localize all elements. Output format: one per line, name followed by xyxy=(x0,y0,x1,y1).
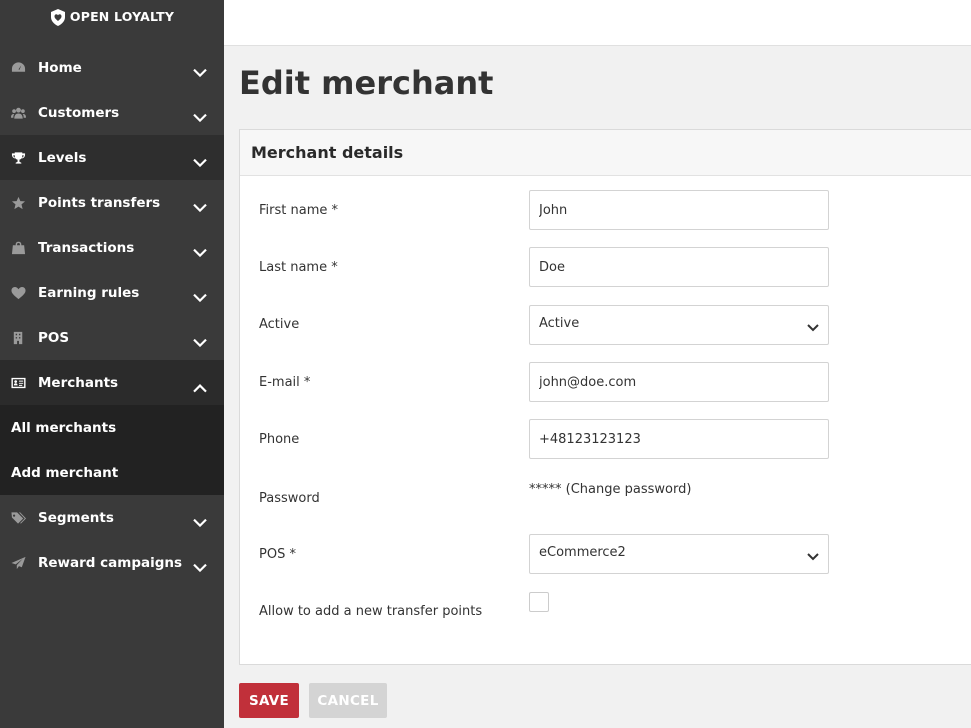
first-name-label: First name * xyxy=(259,203,338,218)
sidebar-item-label: Earning rules xyxy=(38,284,140,301)
change-password-link[interactable]: ***** (Change password) xyxy=(529,482,691,497)
sidebar-item-transactions[interactable]: Transactions xyxy=(0,225,224,270)
sidebar-item-label: Segments xyxy=(38,509,114,526)
card-header: Merchant details xyxy=(240,130,971,176)
sidebar-item-pos[interactable]: POS xyxy=(0,315,224,360)
email-field[interactable] xyxy=(529,362,829,402)
password-label: Password xyxy=(259,491,320,506)
chevron-down-icon xyxy=(807,550,819,561)
last-name-input[interactable] xyxy=(539,259,809,275)
sidebar-item-earning-rules[interactable]: Earning rules xyxy=(0,270,224,315)
sidebar-item-label: Transactions xyxy=(38,239,135,256)
logo[interactable]: OPEN LOYALTY xyxy=(0,0,224,45)
chevron-down-icon xyxy=(193,107,207,122)
cancel-button[interactable]: CANCEL xyxy=(309,683,387,718)
sidebar-item-merchants[interactable]: Merchants xyxy=(0,360,224,405)
pos-select[interactable]: eCommerce2 xyxy=(529,534,829,574)
users-icon xyxy=(10,106,26,120)
heart-icon xyxy=(10,286,26,300)
sidebar-subitem-all-merchants[interactable]: All merchants xyxy=(0,405,224,450)
sidebar-item-label: Home xyxy=(38,59,82,76)
merchant-details-card: Merchant details First name * Last name … xyxy=(239,129,971,665)
sidebar-item-segments[interactable]: Segments xyxy=(0,495,224,540)
active-select-value: Active xyxy=(539,316,580,331)
page-title: Edit merchant xyxy=(239,64,494,102)
sidebar-item-label: Reward campaigns xyxy=(38,554,183,571)
sidebar-item-label: Merchants xyxy=(38,374,119,391)
chevron-down-icon xyxy=(193,332,207,347)
trophy-icon xyxy=(10,151,26,165)
sidebar-item-levels[interactable]: Levels xyxy=(0,135,224,180)
phone-input[interactable] xyxy=(539,431,809,447)
sidebar-subitem-add-merchant[interactable]: Add merchant xyxy=(0,450,224,495)
chevron-down-icon xyxy=(193,287,207,302)
shopping-bag-icon xyxy=(10,241,26,255)
allow-transfer-checkbox[interactable] xyxy=(529,592,549,612)
sidebar-item-points-transfers[interactable]: Points transfers xyxy=(0,180,224,225)
dashboard-icon xyxy=(10,61,26,75)
chevron-down-icon xyxy=(193,62,207,77)
building-icon xyxy=(10,331,26,345)
sidebar-subitem-label: Add merchant xyxy=(11,464,119,481)
email-input[interactable] xyxy=(539,374,809,390)
id-card-icon xyxy=(10,376,26,390)
chevron-down-icon xyxy=(193,557,207,572)
active-select[interactable]: Active xyxy=(529,305,829,345)
chevron-down-icon xyxy=(807,321,819,332)
pos-select-value: eCommerce2 xyxy=(539,545,626,560)
last-name-field[interactable] xyxy=(529,247,829,287)
shield-heart-icon xyxy=(50,9,65,26)
chevron-down-icon xyxy=(193,152,207,167)
tags-icon xyxy=(10,511,26,525)
sidebar-item-home[interactable]: Home xyxy=(0,45,224,90)
section-title: Merchant details xyxy=(251,143,404,162)
sidebar-item-label: POS xyxy=(38,329,70,346)
email-label: E-mail * xyxy=(259,375,311,390)
first-name-field[interactable] xyxy=(529,190,829,230)
allow-transfer-label: Allow to add a new transfer points xyxy=(259,604,483,619)
phone-field[interactable] xyxy=(529,419,829,459)
active-label: Active xyxy=(259,317,300,332)
chevron-up-icon xyxy=(193,377,207,392)
pos-label: POS * xyxy=(259,547,296,562)
sidebar-item-customers[interactable]: Customers xyxy=(0,90,224,135)
first-name-input[interactable] xyxy=(539,202,809,218)
last-name-label: Last name * xyxy=(259,260,338,275)
sidebar-item-reward-campaigns[interactable]: Reward campaigns xyxy=(0,540,224,585)
save-button[interactable]: SAVE xyxy=(239,683,299,718)
chevron-down-icon xyxy=(193,197,207,212)
star-icon xyxy=(10,196,26,210)
phone-label: Phone xyxy=(259,432,300,447)
brand-name: OPEN LOYALTY xyxy=(69,9,175,24)
sidebar: OPEN LOYALTY Home Customers Levels Point… xyxy=(0,0,224,728)
sidebar-subitem-label: All merchants xyxy=(11,419,117,436)
chevron-down-icon xyxy=(193,512,207,527)
chevron-down-icon xyxy=(193,242,207,257)
top-bar xyxy=(224,0,971,46)
sidebar-item-label: Levels xyxy=(38,149,87,166)
sidebar-item-label: Points transfers xyxy=(38,194,161,211)
sidebar-item-label: Customers xyxy=(38,104,120,121)
paper-plane-icon xyxy=(10,556,26,570)
